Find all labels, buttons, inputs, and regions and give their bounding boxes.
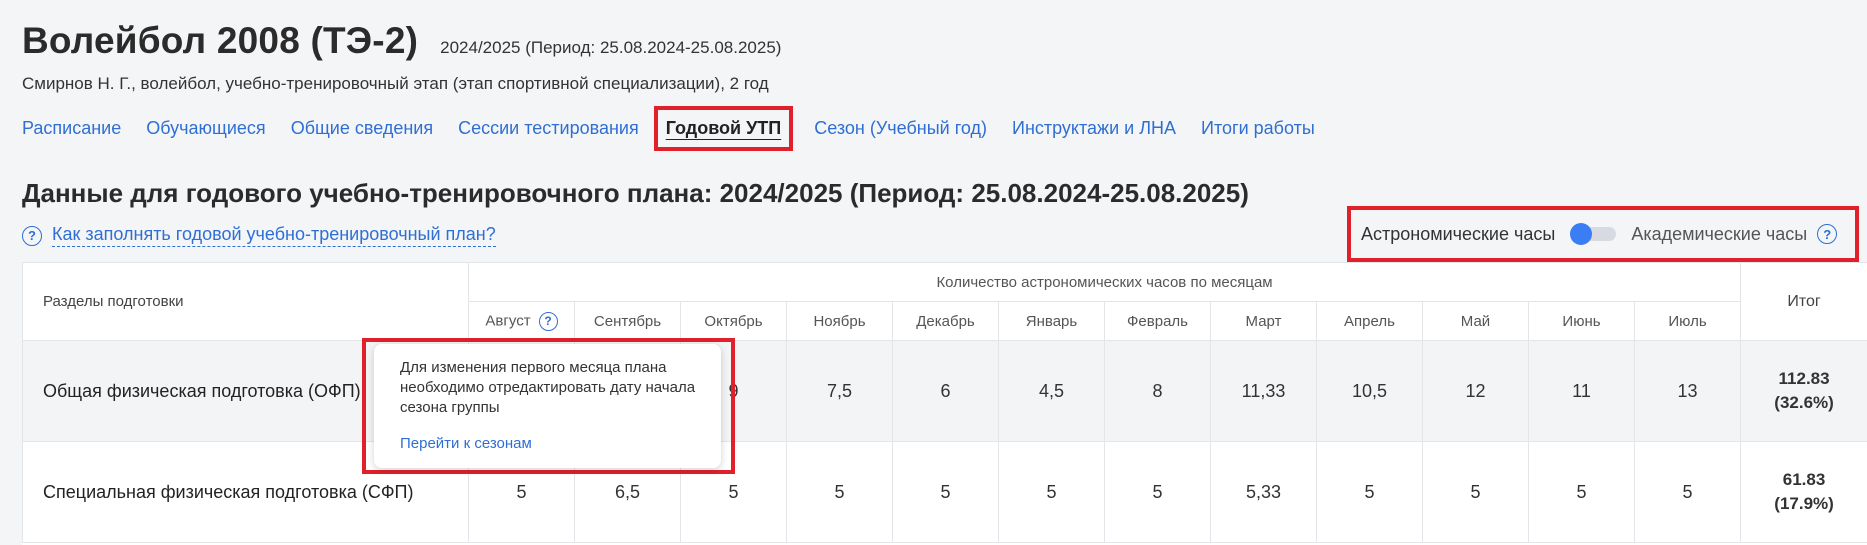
month-header: Сентябрь <box>574 301 681 341</box>
go-to-seasons-link[interactable]: Перейти к сезонам <box>400 435 721 452</box>
tab-students[interactable]: Обучающиеся <box>146 118 265 139</box>
tab-general-info[interactable]: Общие сведения <box>291 118 433 139</box>
total-cell: 112.83 (32.6%) <box>1740 340 1867 442</box>
total-value: 61.83 <box>1782 470 1826 489</box>
page-period: 2024/2025 (Период: 25.08.2024-25.08.2025… <box>440 38 782 57</box>
tooltip-highlight: Для изменения первого месяца плана необх… <box>362 338 735 474</box>
academic-hours-label[interactable]: Академические часы <box>1631 224 1807 245</box>
page-title: Волейбол 2008 (ТЭ-2) <box>22 20 419 61</box>
month-header: Октябрь <box>680 301 787 341</box>
question-circle-icon[interactable]: ? <box>538 311 558 331</box>
hours-cell[interactable]: 5 <box>1104 441 1211 543</box>
hours-cell[interactable]: 5 <box>1316 441 1423 543</box>
month-header: Август? <box>468 301 575 341</box>
hours-cell[interactable]: 5 <box>1633 441 1742 543</box>
month-header: Декабрь <box>892 301 999 341</box>
first-month-tooltip: Для изменения первого месяца плана необх… <box>374 344 721 468</box>
hours-cell[interactable]: 12 <box>1422 340 1529 442</box>
month-header: Май <box>1422 301 1529 341</box>
tab-instructions[interactable]: Инструктажи и ЛНА <box>1012 118 1176 139</box>
hours-switch[interactable] <box>1570 223 1617 245</box>
hours-cell[interactable]: 5 <box>1422 441 1529 543</box>
sections-header: Разделы подготовки <box>22 262 469 341</box>
tab-annual-plan[interactable]: Годовой УТП <box>653 106 794 151</box>
tab-testing-sessions[interactable]: Сессии тестирования <box>458 118 639 139</box>
hours-cell[interactable]: 5 <box>892 441 999 543</box>
hours-cell[interactable]: 4,5 <box>998 340 1105 442</box>
month-header: Апрель <box>1316 301 1423 341</box>
total-percent: (32.6%) <box>1774 393 1834 412</box>
hours-cell[interactable]: 6 <box>892 340 999 442</box>
hours-cell[interactable]: 11,33 <box>1210 340 1317 442</box>
tab-bar: Расписание Обучающиеся Общие сведения Се… <box>22 106 1340 151</box>
switch-knob <box>1570 223 1593 245</box>
month-header: Март <box>1210 301 1317 341</box>
tab-schedule[interactable]: Расписание <box>22 118 121 139</box>
table-row: Специальная физическая подготовка (СФП) … <box>22 441 1867 543</box>
hours-cell[interactable]: 5 <box>998 441 1105 543</box>
section-title: Данные для годового учебно-тренировочног… <box>22 178 1249 208</box>
month-header: Июль <box>1633 301 1742 341</box>
table-row: Общая физическая подготовка (ОФП) 9 7,5 … <box>22 340 1867 442</box>
hours-cell[interactable]: 13 <box>1633 340 1742 442</box>
hours-cell[interactable]: 8 <box>1104 340 1211 442</box>
hours-cell[interactable]: 11 <box>1528 340 1635 442</box>
tooltip-text: Для изменения первого месяца плана необх… <box>400 359 696 416</box>
page-header: Волейбол 2008 (ТЭ-2) 2024/2025 (Период: … <box>22 20 781 62</box>
month-header: Июнь <box>1528 301 1635 341</box>
total-cell: 61.83 (17.9%) <box>1740 441 1867 543</box>
month-header: Январь <box>998 301 1105 341</box>
question-circle-icon[interactable]: ? <box>1817 224 1838 244</box>
hours-cell[interactable]: 5 <box>1528 441 1635 543</box>
months-group-header: Количество астрономических часов по меся… <box>467 262 1742 302</box>
tab-results[interactable]: Итоги работы <box>1201 118 1315 139</box>
hours-cell[interactable]: 5 <box>786 441 893 543</box>
help-link[interactable]: ? Как заполнять годовой учебно-тренирово… <box>22 224 496 247</box>
month-header: Февраль <box>1104 301 1211 341</box>
tab-season[interactable]: Сезон (Учебный год) <box>814 118 987 139</box>
question-circle-icon: ? <box>22 225 42 246</box>
page-subtitle: Смирнов Н. Г., волейбол, учебно-трениров… <box>22 74 769 93</box>
total-value: 112.83 <box>1778 369 1830 388</box>
hours-cell[interactable]: 5,33 <box>1210 441 1317 543</box>
hours-toggle: Астрономические часы Академические часы … <box>1347 206 1859 262</box>
total-header: Итог <box>1740 262 1867 341</box>
help-link-text[interactable]: Как заполнять годовой учебно-тренировочн… <box>52 224 496 247</box>
total-percent: (17.9%) <box>1774 494 1834 513</box>
month-header: Ноябрь <box>786 301 893 341</box>
plan-table-container: Разделы подготовки Количество астрономич… <box>22 262 1867 545</box>
plan-table: Разделы подготовки Количество астрономич… <box>22 262 1867 543</box>
hours-cell[interactable]: 10,5 <box>1316 340 1423 442</box>
astronomical-hours-label[interactable]: Астрономические часы <box>1361 224 1555 245</box>
hours-cell[interactable]: 7,5 <box>786 340 893 442</box>
